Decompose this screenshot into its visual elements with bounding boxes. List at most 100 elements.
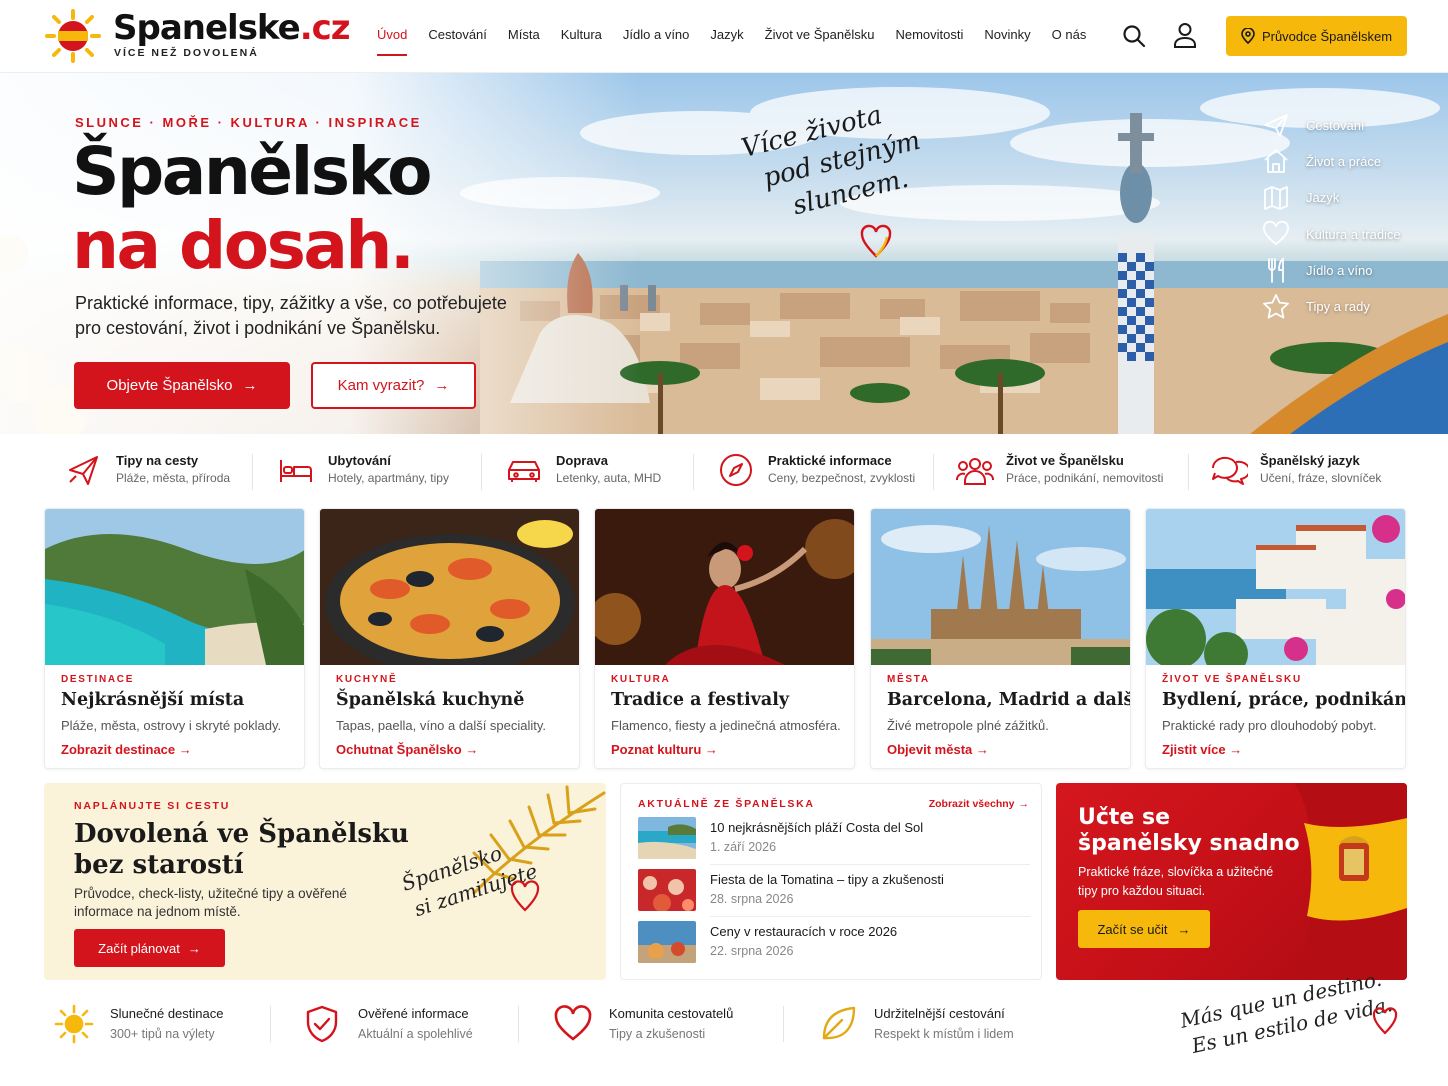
- card-cities[interactable]: MĚSTA Barcelona, Madrid a další Živé met…: [870, 508, 1131, 769]
- card-link[interactable]: Objevit města →: [887, 742, 989, 757]
- chat-icon: [1210, 452, 1248, 488]
- card-description: Pláže, města, ostrovy i skryté poklady.: [61, 718, 282, 733]
- explore-spain-button[interactable]: Objevte Španělsko →: [74, 362, 290, 409]
- category-subtitle: Pláže, města, příroda: [116, 471, 231, 485]
- brand-tld: .cz: [299, 8, 351, 48]
- spanish-flag-image: [1294, 783, 1407, 980]
- quick-link-cestovani[interactable]: Cestování: [1262, 107, 1401, 143]
- news-date: 1. září 2026: [710, 840, 777, 854]
- start-learning-button[interactable]: Začít se učit →: [1078, 910, 1210, 948]
- card-tag: KUCHYNĚ: [336, 674, 398, 685]
- feature-subtitle: Respekt k místům i lidem: [874, 1027, 1014, 1041]
- brand-tagline: VÍCE NEŽ DOVOLENÁ: [114, 47, 259, 59]
- nav-item-novinky[interactable]: Novinky: [984, 27, 1030, 42]
- card-link-label: Zobrazit destinace: [61, 742, 176, 757]
- category-accommodation[interactable]: Ubytování Hotely, apartmány, tipy: [278, 452, 449, 488]
- nav-item-kultura[interactable]: Kultura: [561, 27, 602, 42]
- explore-spain-label: Objevte Španělsko: [106, 377, 233, 394]
- user-icon[interactable]: [1173, 22, 1197, 48]
- nav-item-nemovitosti[interactable]: Nemovitosti: [895, 27, 963, 42]
- card-life-in-spain[interactable]: ŽIVOT VE ŠPANĚLSKU Bydlení, práce, podni…: [1145, 508, 1406, 769]
- heart-icon: [1262, 220, 1306, 248]
- plan-trip-panel: NAPLÁNUJTE SI CESTU Dovolená ve Španělsk…: [44, 783, 606, 980]
- card-link[interactable]: Zobrazit destinace →: [61, 742, 192, 757]
- hero-title: Španělsko: [72, 133, 432, 210]
- category-title: Doprava: [556, 453, 609, 468]
- divider: [270, 1006, 271, 1042]
- category-transport[interactable]: Doprava Letenky, auta, MHD: [506, 452, 661, 488]
- nav-item-o-nas[interactable]: O nás: [1052, 27, 1087, 42]
- quick-link-kultura[interactable]: Kultura a tradice: [1262, 216, 1401, 252]
- divider: [783, 1006, 784, 1042]
- quick-link-jazyk[interactable]: Jazyk: [1262, 180, 1401, 216]
- category-life-in-spain[interactable]: Život ve Španělsku Práce, podnikání, nemo…: [956, 452, 1163, 488]
- home-icon: [1262, 147, 1306, 175]
- quick-link-tipy[interactable]: Tipy a rady: [1262, 288, 1401, 324]
- card-cuisine[interactable]: KUCHYNĚ Španělská kuchyně Tapas, paella,…: [319, 508, 580, 769]
- news-date: 22. srpna 2026: [710, 944, 794, 958]
- card-title: Bydlení, práce, podnikání: [1162, 690, 1406, 710]
- restaurant-thumbnail: [638, 921, 696, 963]
- people-icon: [956, 452, 994, 488]
- news-title: Ceny v restauracích v roce 2026: [710, 924, 898, 939]
- search-icon[interactable]: [1122, 24, 1146, 48]
- feature-title: Komunita cestovatelů: [609, 1006, 734, 1021]
- arrow-right-icon: →: [242, 377, 258, 394]
- news-title: 10 nejkrásnějších pláží Costa del Sol: [710, 820, 924, 835]
- card-link[interactable]: Poznat kulturu →: [611, 742, 718, 757]
- coastline-bay-image: [45, 509, 304, 665]
- hero-quick-links: Cestování Život a práce Jazyk Kultura a …: [1262, 107, 1401, 325]
- paella-image: [320, 509, 579, 665]
- shield-check-icon: [302, 1004, 342, 1044]
- nav-item-uvod[interactable]: Úvod: [377, 27, 408, 56]
- where-to-go-button[interactable]: Kam vyrazit? →: [311, 362, 476, 409]
- sun-icon: [54, 1004, 94, 1044]
- divider: [710, 864, 1030, 865]
- news-item[interactable]: Fiesta de la Tomatina – tipy a zkušenost…: [638, 869, 1030, 921]
- card-link-label: Poznat kulturu: [611, 742, 702, 757]
- compass-icon: [718, 452, 754, 488]
- news-item[interactable]: Ceny v restauracích v roce 2026 22. srpn…: [638, 921, 1030, 973]
- map-icon: [1262, 184, 1306, 212]
- card-description: Tapas, paella, víno a další speciality.: [336, 718, 547, 733]
- arrow-right-icon: →: [1018, 798, 1030, 810]
- arrow-right-icon: →: [187, 940, 201, 956]
- hero-subtitle: Praktické informace, tipy, zážitky a vše…: [75, 293, 507, 338]
- site-header: Spanelske.cz VÍCE NEŽ DOVOLENÁ Úvod Cest…: [0, 0, 1448, 73]
- brand-name[interactable]: Spanelske.cz: [113, 8, 351, 48]
- nav-item-zivot[interactable]: Život ve Španělsku: [765, 27, 875, 42]
- card-link[interactable]: Zjistit více →: [1162, 742, 1242, 757]
- category-travel-tips[interactable]: Tipy na cesty Pláže, města, příroda: [66, 452, 230, 488]
- start-planning-button[interactable]: Začít plánovat →: [74, 929, 225, 967]
- quick-link-label: Jídlo a víno: [1306, 262, 1373, 278]
- category-title: Tipy na cesty: [116, 453, 199, 468]
- card-destinations[interactable]: DESTINACE Nejkrásnější místa Pláže, měst…: [44, 508, 305, 769]
- feature-title: Udržitelnější cestování: [874, 1006, 1005, 1021]
- category-title: Život ve Španělsku: [1006, 453, 1124, 468]
- feature-title: Ověřené informace: [358, 1006, 469, 1021]
- card-link[interactable]: Ochutnat Španělsko →: [336, 742, 478, 757]
- card-culture[interactable]: KULTURA Tradice a festivaly Flamenco, fi…: [594, 508, 855, 769]
- brand-name-text: Spanelske: [113, 8, 301, 48]
- nav-item-jidlo[interactable]: Jídlo a víno: [623, 27, 690, 42]
- show-all-news-link[interactable]: Zobrazit všechny →: [929, 798, 1029, 810]
- nav-item-cestovani[interactable]: Cestování: [428, 27, 487, 42]
- arrow-right-icon: →: [704, 742, 718, 757]
- guide-button[interactable]: Průvodce Španělskem: [1226, 16, 1407, 56]
- category-spanish-language[interactable]: Španělský jazyk Učení, fráze, slovníček: [1210, 452, 1381, 488]
- quick-link-jidlo[interactable]: Jídlo a víno: [1262, 252, 1401, 288]
- card-tag: DESTINACE: [61, 674, 135, 685]
- learn-title-line: španělsky snadno: [1078, 831, 1300, 856]
- nav-item-jazyk[interactable]: Jazyk: [710, 27, 743, 42]
- card-link-label: Objevit města: [887, 742, 973, 757]
- quick-link-zivot[interactable]: Život a práce: [1262, 143, 1401, 179]
- sagrada-familia-image: [871, 509, 1130, 665]
- category-practical-info[interactable]: Praktické informace Ceny, bezpečnost, zvy…: [718, 452, 915, 488]
- plan-description: Průvodce, check-listy, užitečné tipy a o…: [74, 886, 347, 919]
- hero-section: SLUNCE · MOŘE · KULTURA · INSPIRACE Špan…: [0, 73, 1448, 434]
- show-all-label: Zobrazit všechny: [928, 798, 1015, 810]
- where-to-go-label: Kam vyrazit?: [337, 377, 425, 394]
- nav-item-mista[interactable]: Místa: [508, 27, 540, 42]
- news-item[interactable]: 10 nejkrásnějších pláží Costa del Sol 1.…: [638, 817, 1030, 869]
- sun-logo-icon[interactable]: [44, 8, 102, 64]
